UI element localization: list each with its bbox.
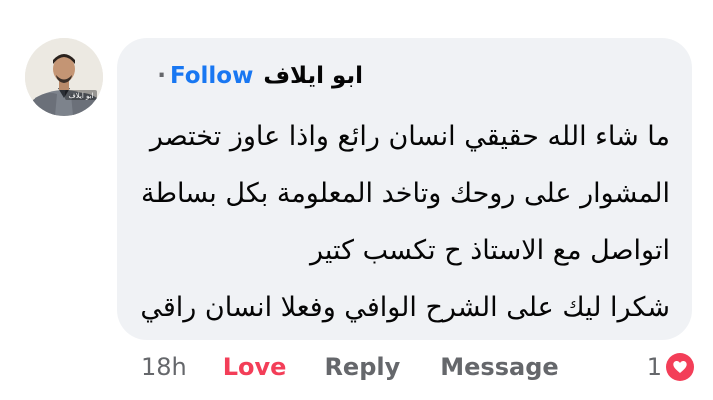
love-button[interactable]: Love [223,352,287,382]
heart-icon [666,353,694,381]
header-separator: · [157,63,166,89]
reply-button[interactable]: Reply [324,352,400,382]
comment-line: اتواصل مع الاستاذ ح تكسب كتير [309,235,670,266]
reaction-summary[interactable]: 1 [647,352,694,382]
avatar[interactable]: ابو ايلاف [25,38,103,116]
comment-line: ما شاء الله حقيقي انسان رائع واذا عاوز ت… [149,121,670,152]
author-name[interactable]: ابو ايلاف [263,62,363,90]
avatar-image: ابو ايلاف [25,38,103,116]
comment-actions: 18h Love Reply Message [141,352,559,382]
message-button[interactable]: Message [440,352,558,382]
comment-line: شكرا ليك على الشرح الوافي وفعلا انسان را… [140,292,670,323]
reaction-count: 1 [646,353,662,381]
follow-button[interactable]: Follow [170,62,253,90]
comment-text: ما شاء الله حقيقي انسان رائع واذا عاوز ت… [110,108,670,336]
avatar-caption: ابو ايلاف [68,92,93,100]
comment-header: · Follow ابو ايلاف [157,62,363,90]
timestamp[interactable]: 18h [141,352,187,382]
comment-line: المشوار على روحك وتاخد المعلومة بكل بساط… [141,178,670,209]
